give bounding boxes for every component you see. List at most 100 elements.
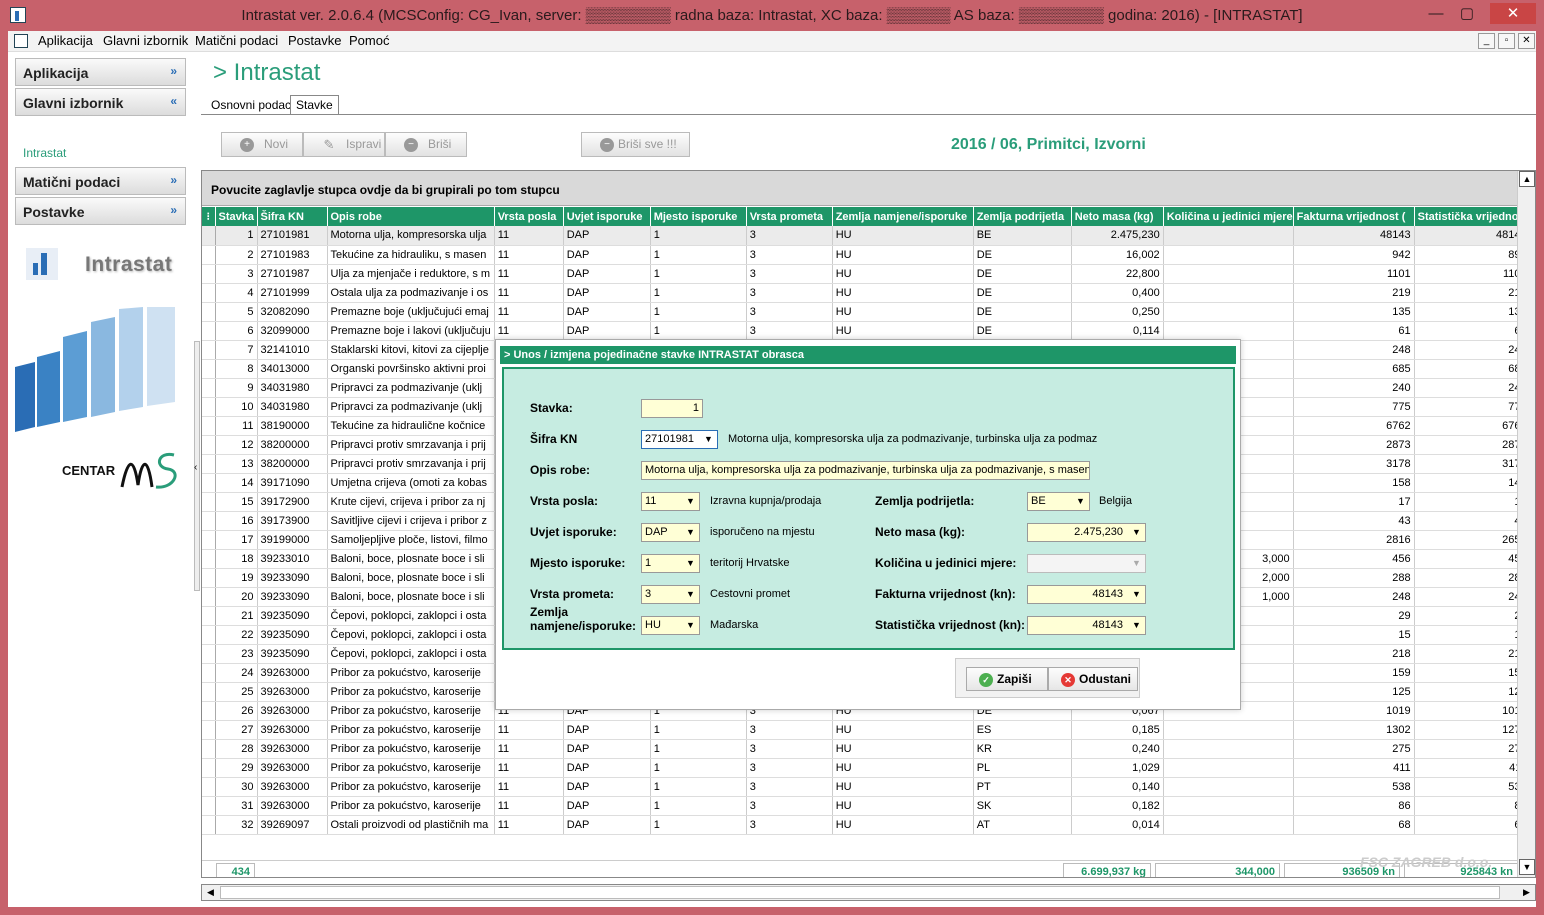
table-row[interactable]: 2 27101983 Tekućine za hidrauliku, s masen…: [202, 245, 1531, 265]
table-row[interactable]: 30 39263000 Pribor za pokućstvo, karoserij…: [202, 777, 1531, 797]
save-button[interactable]: ✓ Zapiši: [966, 667, 1048, 691]
tab-stavke[interactable]: Stavke: [290, 95, 339, 115]
table-row[interactable]: 32 39269097 Ostali proizvodi od plastičnih…: [202, 815, 1531, 835]
scroll-down-icon[interactable]: ▼: [1519, 859, 1535, 875]
table-row[interactable]: 28 39263000 Pribor za pokućstvo, karoserij…: [202, 739, 1531, 759]
row-indicator[interactable]: [202, 511, 216, 531]
row-indicator[interactable]: [202, 587, 216, 607]
chevron-down-icon[interactable]: ▼: [682, 524, 699, 541]
menu-maticni-podaci[interactable]: Matični podaci: [195, 33, 278, 48]
row-indicator[interactable]: [202, 815, 216, 835]
chevron-down-icon[interactable]: ▼: [1128, 617, 1145, 634]
row-indicator[interactable]: [202, 473, 216, 493]
opis-robe-input[interactable]: Motorna ulja, kompresorska ulja za podma…: [641, 461, 1090, 480]
row-selector-header[interactable]: ⁝: [202, 207, 216, 226]
row-indicator[interactable]: [202, 435, 216, 455]
delete-button[interactable]: − Briši: [385, 132, 467, 157]
row-indicator[interactable]: [202, 302, 216, 322]
maximize-button[interactable]: ▢: [1452, 3, 1482, 24]
column-header[interactable]: Vrsta prometa: [746, 207, 833, 226]
column-header[interactable]: Količina u jedinici mjere: [1163, 207, 1294, 226]
row-indicator[interactable]: [202, 796, 216, 816]
table-row[interactable]: 3 27101987 Ulja za mjenjače i reduktore, s…: [202, 264, 1531, 284]
column-header[interactable]: Fakturna vrijednost (: [1293, 207, 1415, 226]
neto-masa-input[interactable]: 2.475,230 ▼: [1027, 523, 1146, 542]
table-row[interactable]: 27 39263000 Pribor za pokućstvo, karoserij…: [202, 720, 1531, 740]
row-indicator[interactable]: [202, 226, 216, 246]
column-header[interactable]: Zemlja podrijetla: [973, 207, 1072, 226]
menu-pomoc[interactable]: Pomoć: [349, 33, 389, 48]
row-indicator[interactable]: [202, 720, 216, 740]
chevron-down-icon[interactable]: ▼: [1128, 524, 1145, 541]
mdi-close-button[interactable]: ✕: [1518, 33, 1535, 49]
column-header[interactable]: Mjesto isporuke: [650, 207, 747, 226]
chevron-down-icon[interactable]: ▼: [682, 586, 699, 603]
sifra-kn-combo[interactable]: 27101981 ▼: [641, 430, 718, 449]
close-button[interactable]: ✕: [1490, 3, 1536, 24]
column-header[interactable]: Statistička vrijednos: [1414, 207, 1531, 226]
row-indicator[interactable]: [202, 397, 216, 417]
new-button[interactable]: + Novi: [221, 132, 303, 157]
table-row[interactable]: 31 39263000 Pribor za pokućstvo, karoserij…: [202, 796, 1531, 816]
row-indicator[interactable]: [202, 777, 216, 797]
column-header[interactable]: Neto masa (kg): [1071, 207, 1164, 226]
menu-postavke[interactable]: Postavke: [288, 33, 341, 48]
kolicina-input[interactable]: ▼: [1027, 554, 1146, 573]
table-row[interactable]: 29 39263000 Pribor za pokućstvo, karoserij…: [202, 758, 1531, 778]
edit-button[interactable]: ✎ Ispravi: [303, 132, 385, 157]
chevron-down-icon[interactable]: ▼: [1128, 586, 1145, 603]
sidebar-section-glavni-izbornik[interactable]: Glavni izbornik «: [15, 88, 186, 116]
row-indicator[interactable]: [202, 530, 216, 550]
row-indicator[interactable]: [202, 321, 216, 341]
group-by-panel[interactable]: Povucite zaglavlje stupca ovdje da bi gr…: [202, 171, 1518, 206]
column-header[interactable]: Vrsta posla: [494, 207, 564, 226]
row-indicator[interactable]: [202, 283, 216, 303]
horizontal-scrollbar[interactable]: ◀ ▶: [201, 884, 1536, 901]
row-indicator[interactable]: [202, 549, 216, 569]
minimize-button[interactable]: —: [1421, 3, 1451, 24]
row-indicator[interactable]: [202, 378, 216, 398]
zemlja-podrijetla-combo[interactable]: BE ▼: [1027, 492, 1090, 511]
row-indicator[interactable]: [202, 739, 216, 759]
menu-glavni-izbornik[interactable]: Glavni izbornik: [103, 33, 188, 48]
row-indicator[interactable]: [202, 454, 216, 474]
uvjet-isporuke-combo[interactable]: DAP ▼: [641, 523, 700, 542]
table-row[interactable]: 4 27101999 Ostala ulja za podmazivanje i o…: [202, 283, 1531, 303]
row-indicator[interactable]: [202, 340, 216, 360]
delete-all-button[interactable]: − Briši sve !!!: [581, 132, 690, 157]
mdi-minimize-button[interactable]: _: [1478, 33, 1495, 49]
row-indicator[interactable]: [202, 625, 216, 645]
cancel-button[interactable]: ✕ Odustani: [1048, 667, 1138, 691]
row-indicator[interactable]: [202, 568, 216, 588]
row-indicator[interactable]: [202, 416, 216, 436]
vertical-scrollbar[interactable]: ▲ ▼: [1517, 171, 1535, 877]
sidebar-splitter[interactable]: ‹: [194, 341, 200, 591]
chevron-down-icon[interactable]: ▼: [1128, 555, 1145, 572]
column-header[interactable]: Opis robe: [327, 207, 495, 226]
column-header[interactable]: Stavka: [215, 207, 258, 226]
chevron-down-icon[interactable]: ▼: [1072, 493, 1089, 510]
table-row[interactable]: 6 32099000 Premazne boje i lakovi (uključu…: [202, 321, 1531, 341]
column-header[interactable]: Šifra KN: [257, 207, 328, 226]
column-header[interactable]: Uvjet isporuke: [563, 207, 651, 226]
menu-aplikacija[interactable]: Aplikacija: [38, 33, 93, 48]
fakturna-vrijednost-input[interactable]: 48143 ▼: [1027, 585, 1146, 604]
row-indicator[interactable]: [202, 492, 216, 512]
mdi-restore-button[interactable]: ▫: [1498, 33, 1515, 49]
row-indicator[interactable]: [202, 606, 216, 626]
tab-osnovni-podaci[interactable]: Osnovni podaci: [205, 95, 300, 115]
table-row[interactable]: 1 27101981 Motorna ulja, kompresorska ulja…: [202, 226, 1531, 246]
vrsta-prometa-combo[interactable]: 3 ▼: [641, 585, 700, 604]
sidebar-section-aplikacija[interactable]: Aplikacija »: [15, 58, 186, 86]
scroll-thumb[interactable]: [220, 886, 1500, 899]
row-indicator[interactable]: [202, 682, 216, 702]
scroll-right-icon[interactable]: ▶: [1519, 885, 1534, 900]
statisticka-vrijednost-input[interactable]: 48143 ▼: [1027, 616, 1146, 635]
mjesto-isporuke-combo[interactable]: 1 ▼: [641, 554, 700, 573]
table-row[interactable]: 5 32082090 Premazne boje (uključujući emaj…: [202, 302, 1531, 322]
scroll-up-icon[interactable]: ▲: [1519, 171, 1535, 187]
stavka-input[interactable]: 1: [641, 399, 703, 418]
row-indicator[interactable]: [202, 644, 216, 664]
row-indicator[interactable]: [202, 758, 216, 778]
vrsta-posla-combo[interactable]: 11 ▼: [641, 492, 700, 511]
